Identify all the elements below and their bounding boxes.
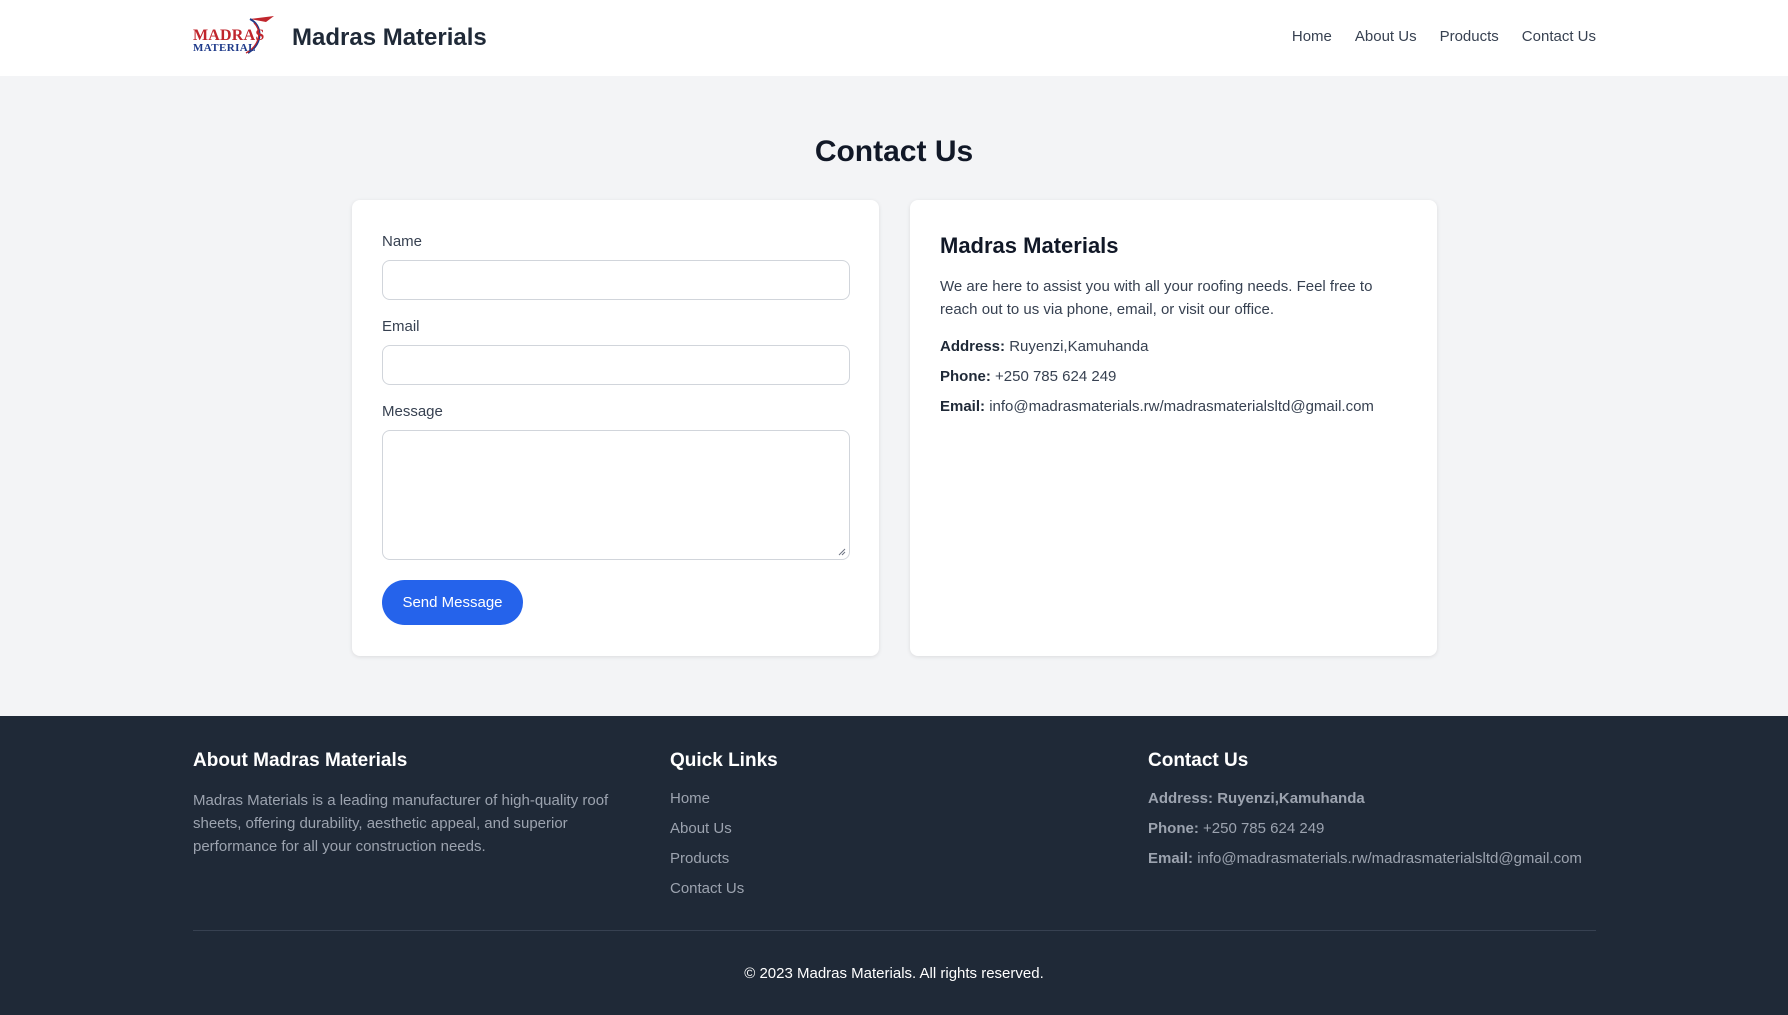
contact-form: Name Email Message Send Message <box>352 200 879 656</box>
info-phone-label: Phone: <box>940 368 991 385</box>
name-label: Name <box>382 233 423 250</box>
footer-link-home[interactable]: Home <box>670 790 710 807</box>
info-email-value: info@madrasmaterials.rw/madrasmaterialsl… <box>989 398 1374 415</box>
email-input[interactable] <box>382 345 850 385</box>
info-address-value: Ruyenzi,Kamuhanda <box>1009 338 1149 355</box>
message-label: Message <box>382 403 443 420</box>
info-description: We are here to assist you with all your … <box>940 278 1373 318</box>
nav-products[interactable]: Products <box>1440 28 1499 45</box>
footer-copyright: © 2023 Madras Materials. All rights rese… <box>744 965 1044 982</box>
info-email-label: Email: <box>940 398 986 415</box>
logo[interactable]: MADRAS MATERIAL <box>192 13 280 55</box>
footer-contact-title: Contact Us <box>1148 750 1249 771</box>
footer-link-contact-us[interactable]: Contact Us <box>670 880 744 897</box>
footer-divider <box>193 930 1596 931</box>
nav-home[interactable]: Home <box>1292 28 1332 45</box>
nav-about-us[interactable]: About Us <box>1355 28 1417 45</box>
footer-about-title: About Madras Materials <box>193 750 408 771</box>
info-title: Madras Materials <box>940 233 1119 258</box>
info-email: Email: info@madrasmaterials.rw/madrasmat… <box>940 398 1374 415</box>
footer-links-title: Quick Links <box>670 750 778 771</box>
page-title: Contact Us <box>814 135 974 168</box>
footer-about-text: Madras Materials is a leading manufactur… <box>193 792 609 855</box>
message-textarea[interactable] <box>382 430 850 560</box>
name-input[interactable] <box>382 260 850 300</box>
info-address-label: Address: <box>940 338 1006 355</box>
footer-email-value: info@madrasmaterials.rw/madrasmaterialsl… <box>1197 850 1582 867</box>
main-nav: Home About Us Products Contact Us <box>1292 28 1596 45</box>
footer-phone-value: +250 785 624 249 <box>1203 820 1325 837</box>
info-phone: Phone: +250 785 624 249 <box>940 368 1116 385</box>
footer-address: Address: Ruyenzi,Kamuhanda <box>1148 790 1365 807</box>
footer-email: Email: info@madrasmaterials.rw/madrasmat… <box>1148 850 1582 867</box>
email-label: Email <box>382 318 420 335</box>
info-address: Address: Ruyenzi,Kamuhanda <box>940 338 1148 355</box>
footer-address-value: Ruyenzi,Kamuhanda <box>1217 790 1365 807</box>
footer-link-about-us[interactable]: About Us <box>670 820 732 837</box>
site-header: MADRAS MATERIAL Madras Materials Home Ab… <box>0 0 1788 76</box>
footer-email-label: Email: <box>1148 850 1194 867</box>
site-footer: About Madras Materials Madras Materials … <box>0 716 1788 1015</box>
footer-phone: Phone: +250 785 624 249 <box>1148 820 1324 837</box>
brand-name[interactable]: Madras Materials <box>292 24 487 52</box>
footer-phone-label: Phone: <box>1148 820 1199 837</box>
logo-text-bottom: MATERIAL <box>193 42 256 54</box>
footer-link-products[interactable]: Products <box>670 850 729 867</box>
send-message-button[interactable]: Send Message <box>382 580 523 625</box>
contact-info-card: Madras Materials We are here to assist y… <box>910 200 1437 656</box>
textarea-resize-icon[interactable] <box>838 548 846 556</box>
info-phone-value: +250 785 624 249 <box>995 368 1117 385</box>
nav-contact-us[interactable]: Contact Us <box>1522 28 1596 45</box>
footer-address-label: Address: <box>1148 790 1214 807</box>
